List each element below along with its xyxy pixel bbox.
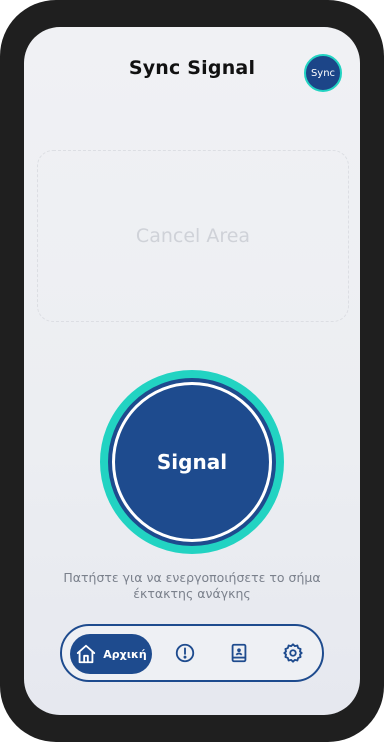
gear-icon <box>283 643 303 663</box>
nav-item-alerts[interactable] <box>172 640 198 666</box>
nav-item-home[interactable]: Αρχική <box>70 634 152 674</box>
bottom-nav: Αρχική <box>60 624 324 682</box>
home-icon <box>77 644 96 664</box>
hint-text: Πατήστε για να ενεργοποιήσετε το σήμα έκ… <box>63 570 321 601</box>
book-icon <box>231 643 247 663</box>
app-screen: Sync Signal Sync Cancel Area Signal Πατή… <box>24 27 360 715</box>
nav-home-label: Αρχική <box>103 647 147 661</box>
signal-button[interactable]: Signal <box>100 370 284 554</box>
alert-icon <box>175 643 195 663</box>
cancel-area[interactable]: Cancel Area <box>37 150 349 322</box>
nav-item-guide[interactable] <box>226 640 252 666</box>
nav-item-settings[interactable] <box>280 640 306 666</box>
avatar-button[interactable]: Sync <box>304 54 342 92</box>
phone-frame: Sync Signal Sync Cancel Area Signal Πατή… <box>0 0 384 742</box>
signal-button-label: Signal <box>156 450 228 474</box>
cancel-area-label: Cancel Area <box>135 225 251 247</box>
